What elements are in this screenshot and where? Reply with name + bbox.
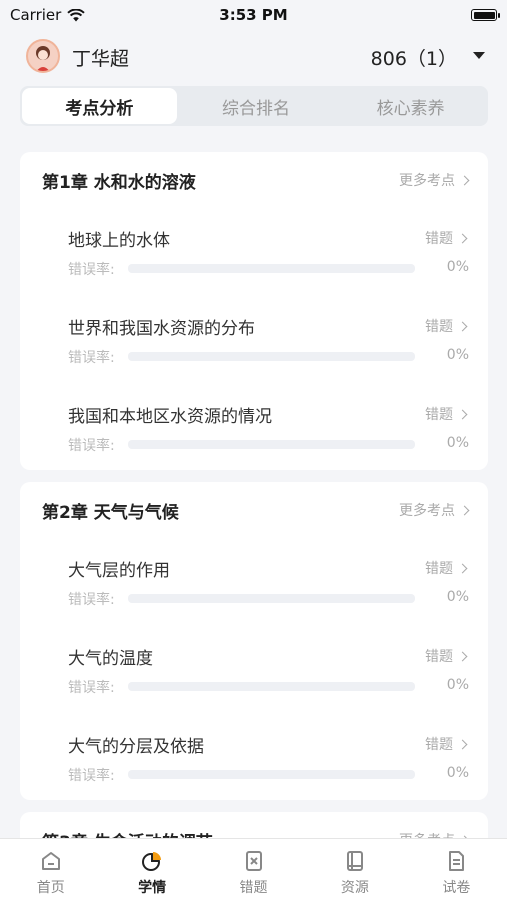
mistakes-link-label: 错题 — [425, 407, 453, 423]
error-rate-label: 错误率: — [68, 768, 115, 784]
chevron-right-icon — [459, 505, 470, 515]
mistakes-link[interactable]: 错题 — [425, 404, 468, 424]
tab-papers[interactable]: 试卷 — [406, 839, 507, 901]
paper-icon — [449, 851, 465, 871]
topic-name: 世界和我国水资源的分布 — [68, 319, 255, 339]
error-rate-label: 错误率: — [68, 438, 115, 454]
chapter-card: 第2章 天气与气候 更多考点 大气层的作用 错题 错误率: 0% 大气的温度 错… — [20, 482, 488, 800]
error-rate-label: 错误率: — [68, 680, 115, 696]
more-points-link[interactable]: 更多考点 — [399, 500, 470, 520]
home-icon — [41, 852, 60, 870]
chevron-right-icon — [457, 563, 468, 573]
segment-tabs: 考点分析 综合排名 核心素养 — [20, 86, 488, 126]
error-rate-label: 错误率: — [68, 350, 115, 366]
chapter-title: 第2章 天气与气候 — [42, 503, 179, 523]
error-rate-bar — [128, 682, 415, 691]
error-rate-value: 0% — [446, 589, 469, 605]
mistakes-link-label: 错题 — [425, 319, 453, 335]
topic-name: 地球上的水体 — [68, 231, 170, 251]
topic-row: 大气的温度 错题 错误率: 0% — [20, 644, 488, 714]
mistakes-link-label: 错题 — [425, 649, 453, 665]
error-rate-label: 错误率: — [68, 262, 115, 278]
tab-learning-status[interactable]: 学情 — [101, 839, 202, 901]
chevron-right-icon — [457, 651, 468, 661]
chapter-card: 第1章 水和水的溶液 更多考点 地球上的水体 错题 错误率: 0% 世界和我国水… — [20, 152, 488, 470]
error-rate-bar — [128, 264, 415, 273]
tab-overall-ranking[interactable]: 综合排名 — [179, 86, 334, 126]
mistakes-link-label: 错题 — [425, 561, 453, 577]
error-rate-value: 0% — [446, 677, 469, 693]
pie-chart-icon — [142, 852, 162, 871]
error-rate-label: 错误率: — [68, 592, 115, 608]
error-rate-value: 0% — [446, 765, 469, 781]
mistakes-link[interactable]: 错题 — [425, 558, 468, 578]
error-rate-value: 0% — [446, 259, 469, 275]
status-left: Carrier — [10, 6, 86, 24]
tab-home[interactable]: 首页 — [0, 839, 101, 901]
mistakes-link[interactable]: 错题 — [425, 228, 468, 248]
user-name: 丁华超 — [72, 48, 130, 70]
status-bar: Carrier 3:53 PM — [0, 0, 507, 30]
more-points-label: 更多考点 — [399, 503, 455, 519]
tab-learning-status-label: 学情 — [138, 880, 167, 896]
chevron-right-icon — [457, 409, 468, 419]
tab-exam-point-analysis[interactable]: 考点分析 — [22, 88, 177, 124]
tab-resources[interactable]: 资源 — [304, 839, 405, 901]
topic-row: 世界和我国水资源的分布 错题 错误率: 0% — [20, 314, 488, 384]
tab-mistakes-label: 错题 — [239, 880, 268, 896]
chevron-right-icon — [457, 321, 468, 331]
error-rate-bar — [128, 770, 415, 779]
error-rate-value: 0% — [446, 435, 469, 451]
mistakes-link[interactable]: 错题 — [425, 316, 468, 336]
chevron-right-icon — [457, 739, 468, 749]
chevron-right-icon — [457, 233, 468, 243]
book-icon — [346, 851, 363, 871]
tab-resources-label: 资源 — [340, 880, 369, 896]
tab-papers-label: 试卷 — [442, 880, 471, 896]
mistakes-icon — [245, 851, 262, 871]
mistakes-link[interactable]: 错题 — [425, 734, 468, 754]
topic-name: 我国和本地区水资源的情况 — [68, 407, 272, 427]
topic-row: 大气层的作用 错题 错误率: 0% — [20, 556, 488, 626]
chevron-right-icon — [459, 175, 470, 185]
battery-icon — [471, 9, 500, 21]
avatar[interactable] — [26, 39, 60, 73]
error-rate-bar — [128, 594, 415, 603]
error-rate-bar — [128, 352, 415, 361]
more-points-label: 更多考点 — [399, 173, 455, 189]
tab-core-literacy[interactable]: 核心素养 — [333, 86, 488, 126]
topic-row: 大气的分层及依据 错题 错误率: 0% — [20, 732, 488, 802]
bottom-tab-bar: 首页 学情 错题 资源 试卷 — [0, 838, 507, 901]
carrier-label: Carrier — [10, 6, 62, 24]
mistakes-link-label: 错题 — [425, 231, 453, 247]
topic-row: 地球上的水体 错题 错误率: 0% — [20, 226, 488, 296]
class-selector-label[interactable]: 806（1） — [371, 44, 457, 71]
topic-name: 大气的温度 — [68, 649, 153, 669]
mistakes-link-label: 错题 — [425, 737, 453, 753]
topic-name: 大气的分层及依据 — [68, 737, 204, 757]
topic-row: 我国和本地区水资源的情况 错题 错误率: 0% — [20, 402, 488, 472]
chevron-down-icon[interactable] — [473, 52, 485, 59]
avatar-image — [36, 46, 50, 71]
tab-mistakes[interactable]: 错题 — [203, 839, 304, 901]
wifi-icon — [67, 8, 86, 21]
error-rate-bar — [128, 440, 415, 449]
tab-home-label: 首页 — [36, 880, 65, 896]
topic-name: 大气层的作用 — [68, 561, 170, 581]
header: 丁华超 806（1） — [0, 34, 507, 78]
mistakes-link[interactable]: 错题 — [425, 646, 468, 666]
more-points-link[interactable]: 更多考点 — [399, 170, 470, 190]
error-rate-value: 0% — [446, 347, 469, 363]
chapter-title: 第1章 水和水的溶液 — [42, 173, 196, 193]
